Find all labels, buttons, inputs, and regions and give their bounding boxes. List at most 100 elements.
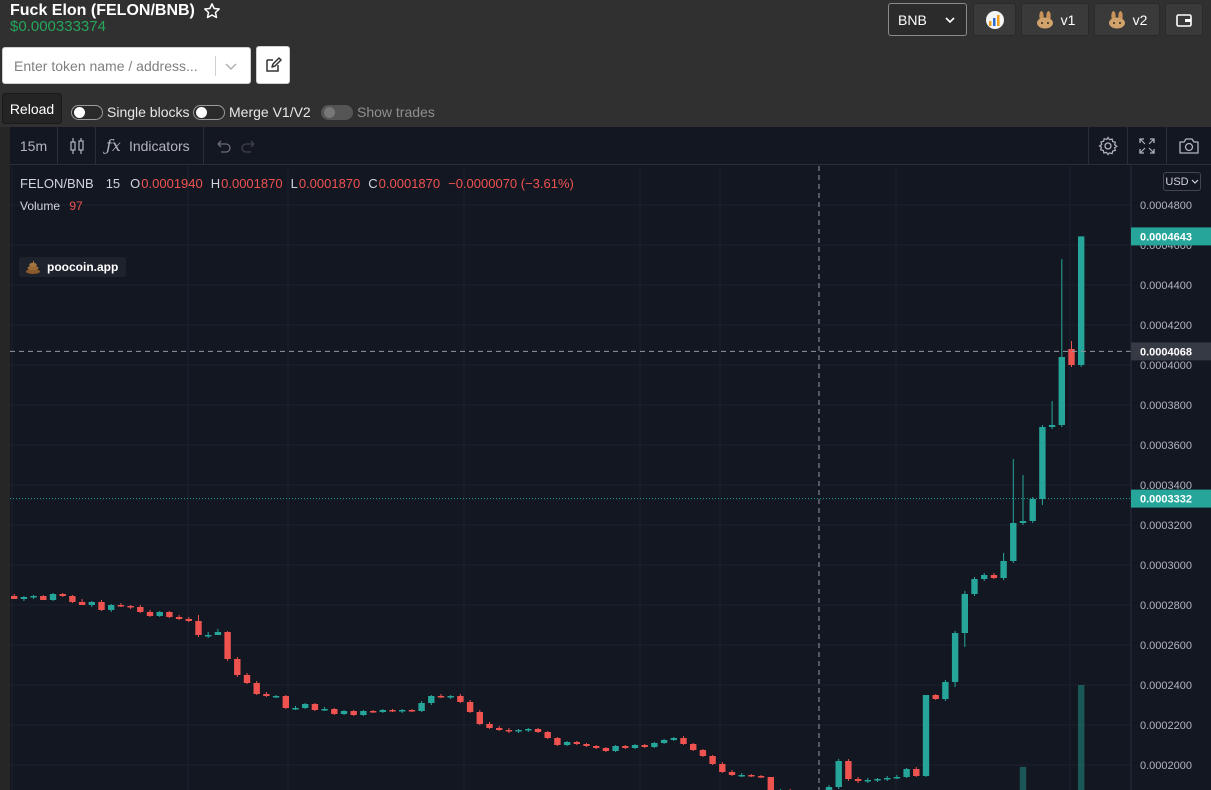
volume-label: Volume	[20, 199, 61, 213]
candle	[981, 573, 988, 581]
single-blocks-toggle[interactable]: Single blocks	[71, 104, 190, 120]
show-trades-toggle[interactable]: Show trades	[321, 104, 435, 120]
candle-body	[476, 712, 483, 724]
candle	[922, 695, 930, 777]
candle	[1039, 425, 1046, 505]
candles-icon	[69, 137, 84, 154]
candle	[573, 741, 580, 745]
candle-body	[660, 740, 668, 743]
candle-body	[369, 711, 377, 713]
redo-icon[interactable]	[240, 139, 258, 153]
wallet-button[interactable]	[1165, 3, 1203, 36]
pancakeswap-v1-button[interactable]: v1	[1021, 3, 1089, 36]
candle-body	[88, 602, 95, 605]
candle-body	[321, 709, 328, 711]
candle-body	[505, 730, 513, 732]
indicators-button[interactable]: ƒx Indicators	[96, 126, 204, 165]
candle	[525, 728, 532, 732]
currency-select[interactable]: USD	[1163, 172, 1201, 191]
candle-body	[137, 607, 144, 612]
candle-body	[1010, 523, 1017, 561]
candle-body	[127, 606, 134, 608]
candle	[205, 632, 212, 638]
candle	[437, 694, 445, 698]
network-select[interactable]: BNB	[888, 3, 967, 36]
candle-body	[20, 597, 28, 599]
top-bar: Fuck Elon (FELON/BNB) $0.000333374 BNB	[0, 0, 1211, 127]
candle-body	[1019, 521, 1027, 523]
candle	[612, 745, 619, 752]
chart-type-button[interactable]	[973, 3, 1016, 36]
candle-body	[573, 742, 580, 744]
candle-body	[331, 709, 338, 714]
screenshot-button[interactable]	[1166, 127, 1211, 165]
y-tick-label: 0.0004200	[1140, 320, 1192, 332]
candle-body	[981, 575, 988, 579]
settings-button[interactable]	[1088, 127, 1127, 165]
legend-symbol: FELON/BNB	[20, 176, 94, 191]
chart-toolbar: 15m ƒx Indicators	[10, 126, 1211, 165]
candle-body	[205, 635, 212, 637]
function-icon: ƒx	[106, 136, 121, 155]
candlestick-chart[interactable]: 0.00048000.00046000.00044000.00042000.00…	[10, 166, 1211, 790]
candle	[622, 745, 629, 749]
candle	[680, 736, 687, 745]
candle-body	[224, 632, 231, 659]
candle	[292, 706, 299, 710]
candle	[59, 593, 66, 597]
candle	[466, 700, 474, 713]
candle-body	[922, 695, 930, 776]
candle	[69, 595, 76, 603]
candle	[845, 759, 852, 781]
candle-body	[437, 696, 445, 698]
edit-icon	[266, 57, 282, 72]
candle	[476, 710, 483, 725]
candle-body	[544, 732, 551, 738]
candle-body	[903, 769, 910, 777]
candle-body	[893, 777, 901, 779]
gauge-chart-icon	[985, 10, 1004, 29]
y-tick-label: 0.0003600	[1140, 440, 1192, 452]
chevron-down-icon[interactable]	[223, 58, 239, 74]
candle-body	[631, 745, 639, 748]
candle	[311, 703, 319, 711]
chart-plot-area[interactable]: 0.0004800 0.0004600 0.0004400 0.0004200 0.00…	[10, 166, 1211, 790]
candle	[224, 631, 231, 661]
toggle-track	[193, 104, 225, 120]
candle	[835, 759, 842, 789]
pancakeswap-v2-button[interactable]: v2	[1094, 3, 1160, 36]
candle-body	[496, 728, 503, 730]
candle	[340, 710, 348, 715]
candle	[389, 709, 396, 712]
candle	[127, 605, 134, 609]
poocoin-watermark[interactable]: poocoin.app	[19, 257, 127, 277]
candle-body	[932, 695, 939, 699]
candle	[331, 708, 338, 715]
network-label: BNB	[898, 11, 927, 28]
candle	[137, 605, 144, 613]
edit-token-button[interactable]	[256, 46, 290, 84]
candle	[457, 694, 464, 703]
candle	[602, 747, 610, 752]
candle-body	[428, 696, 435, 703]
token-search-input[interactable]	[3, 48, 215, 83]
fullscreen-button[interactable]	[1127, 127, 1166, 165]
candle	[379, 709, 386, 713]
candle	[350, 710, 357, 716]
candle-body	[78, 602, 86, 605]
candle-body	[680, 738, 687, 744]
favorite-star-icon[interactable]	[203, 2, 221, 20]
toggle-knob	[196, 106, 207, 118]
candle	[942, 680, 949, 701]
token-search-box[interactable]	[2, 47, 251, 84]
candle-body	[748, 775, 755, 777]
last-price-label: 0.0004643	[1140, 231, 1192, 243]
candle	[214, 629, 222, 635]
undo-icon[interactable]	[214, 139, 232, 153]
candle	[709, 755, 716, 765]
merge-v1-v2-toggle[interactable]: Merge V1/V2	[193, 104, 311, 120]
chart-left-edge	[0, 127, 10, 790]
candle-style-button[interactable]	[58, 126, 96, 165]
reload-button[interactable]: Reload	[2, 93, 62, 124]
interval-button[interactable]: 15m	[10, 126, 58, 165]
